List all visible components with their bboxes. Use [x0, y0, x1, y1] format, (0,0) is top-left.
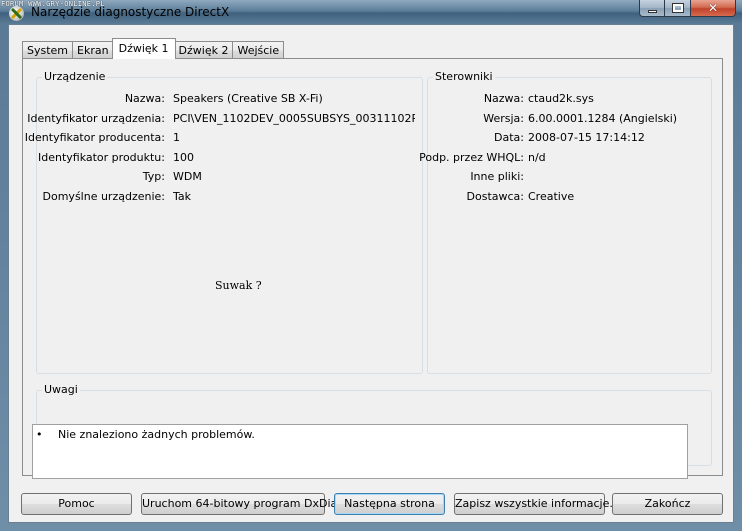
close-button[interactable]: ✕ [691, 0, 736, 17]
slider-placeholder-text: Suwak ? [215, 279, 262, 292]
tab-ekran[interactable]: Ekran [72, 41, 114, 59]
provider-row: Dostawca: Creative [428, 190, 708, 204]
driver-name-value: ctaud2k.sys [528, 92, 594, 105]
device-group: Urządzenie Nazwa: Speakers (Creative SB … [25, 70, 423, 374]
default-device-row: Domyślne urządzenie: Tak [37, 190, 415, 204]
type-label: Typ: [142, 170, 165, 183]
exit-button[interactable]: Zakończ [612, 493, 723, 515]
vendor-id-label: Identyfikator producenta: [24, 131, 165, 144]
vendor-id-row: Identyfikator producenta: 1 [25, 131, 415, 145]
tab-dzwiek-1[interactable]: Dźwięk 1 [111, 38, 176, 59]
tab-wejscie[interactable]: Wejście [232, 41, 285, 59]
device-id-row: Identyfikator urządzenia: PCI\VEN_1102DE… [27, 112, 415, 126]
provider-value: Creative [528, 190, 575, 203]
driver-date-value: 2008-07-15 17:14:12 [528, 131, 645, 144]
driver-date-label: Data: [494, 131, 524, 144]
window-controls: ✕ [639, 0, 736, 17]
device-name-row: Nazwa: Speakers (Creative SB X-Fi) [37, 92, 415, 106]
whql-value: n/d [528, 151, 546, 164]
minimize-button[interactable] [639, 0, 665, 17]
maximize-button[interactable] [665, 0, 691, 17]
other-files-label: Inne pliki: [470, 170, 524, 183]
driver-date-row: Data: 2008-07-15 17:14:12 [428, 131, 708, 145]
driver-version-value: 6.00.0001.1284 (Angielski) [528, 112, 678, 125]
notes-textbox[interactable]: • Nie znaleziono żadnych problemów. [32, 424, 688, 479]
driver-version-label: Wersja: [483, 112, 524, 125]
default-device-value: Tak [173, 190, 192, 203]
device-id-value: PCI\VEN_1102DEV_0005SUBSYS_00311102REV_0… [173, 112, 415, 125]
drivers-group: Sterowniki Nazwa: ctaud2k.sys Wersja: 6.… [419, 70, 712, 374]
other-files-row: Inne pliki: [428, 170, 708, 184]
save-all-info-button[interactable]: Zapisz wszystkie informacje... [454, 493, 620, 515]
client-area: System Ekran Dźwięk 1 Dźwięk 2 Wejście U… [8, 24, 734, 523]
driver-version-row: Wersja: 6.00.0001.1284 (Angielski) [428, 112, 708, 126]
device-name-value: Speakers (Creative SB X-Fi) [173, 92, 323, 105]
drivers-group-title: Sterowniki [433, 70, 495, 83]
tab-dzwiek-2[interactable]: Dźwięk 2 [173, 41, 234, 59]
close-icon: ✕ [707, 1, 719, 15]
whql-label: Podp. przez WHQL: [419, 151, 524, 164]
notes-item: • Nie znaleziono żadnych problemów. [36, 428, 255, 441]
provider-label: Dostawca: [466, 190, 524, 203]
help-button[interactable]: Pomoc [21, 493, 132, 515]
product-id-value: 100 [173, 151, 194, 164]
bullet-icon: • [36, 428, 43, 441]
minimize-icon [647, 9, 657, 13]
tab-strip: System Ekran Dźwięk 1 Dźwięk 2 Wejście [22, 38, 285, 59]
device-id-label: Identyfikator urządzenia: [27, 112, 165, 125]
maximize-icon [671, 3, 684, 13]
device-name-label: Nazwa: [124, 92, 165, 105]
whql-row: Podp. przez WHQL: n/d [419, 151, 708, 165]
notes-group-title: Uwagi [42, 383, 80, 396]
title-bar[interactable]: FORUM WWW.GRY-ONLINE.PL Narzędzie diagno… [0, 0, 742, 24]
dxdiag-window: FORUM WWW.GRY-ONLINE.PL Narzędzie diagno… [0, 0, 742, 531]
driver-name-label: Nazwa: [483, 92, 524, 105]
next-page-button[interactable]: Następna strona [334, 493, 445, 515]
directx-icon [9, 6, 24, 21]
vendor-id-value: 1 [173, 131, 180, 144]
driver-name-row: Nazwa: ctaud2k.sys [428, 92, 708, 106]
tab-system[interactable]: System [22, 41, 74, 59]
sound-tab-panel: Urządzenie Nazwa: Speakers (Creative SB … [22, 58, 723, 479]
window-title: Narzędzie diagnostyczne DirectX [31, 5, 230, 19]
run-64bit-dxdiag-button[interactable]: Uruchom 64-bitowy program DxDiag [141, 493, 344, 515]
product-id-row: Identyfikator produktu: 100 [37, 151, 415, 165]
type-value: WDM [173, 170, 202, 183]
type-row: Typ: WDM [37, 170, 415, 184]
default-device-label: Domyślne urządzenie: [42, 190, 165, 203]
product-id-label: Identyfikator produktu: [37, 151, 165, 164]
device-group-title: Urządzenie [42, 70, 108, 83]
notes-item-text: Nie znaleziono żadnych problemów. [58, 428, 255, 441]
